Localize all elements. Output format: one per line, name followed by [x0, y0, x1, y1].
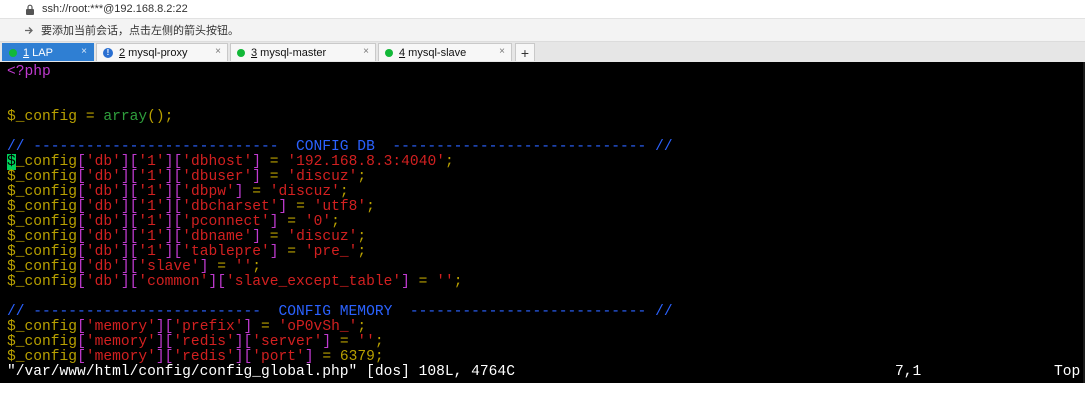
terminal-line: $_config['db']['1']['dbuser'] = 'discuz'…: [7, 169, 367, 185]
terminal-line: $_config = array();: [7, 109, 174, 125]
terminal-line: $_config['db']['1']['dbcharset'] = 'utf8…: [7, 199, 375, 215]
session-tab-bar: 1 LAP ×! 2 mysql-proxy × 3 mysql-master × 4 my…: [0, 42, 1085, 63]
tab-4[interactable]: 4 mysql-slave ×: [378, 43, 512, 61]
session-address[interactable]: ssh://root:***@192.168.8.2:22: [42, 3, 188, 15]
tab-1[interactable]: 1 LAP ×: [2, 43, 94, 61]
vim-scroll-indicator: Top: [1054, 364, 1081, 380]
terminal-line: $_config['db']['1']['dbhost'] = '192.168…: [7, 154, 454, 170]
vim-cursor-position: 7,1: [895, 364, 922, 380]
green-dot-icon: [237, 48, 245, 57]
hint-text: 要添加当前会话，点击左侧的箭头按钮。: [41, 25, 239, 37]
terminal-line: $_config['db']['slave'] = '';: [7, 259, 262, 275]
terminal-line: <?php: [7, 64, 51, 80]
ssh-client-window: ssh://root:***@192.168.8.2:22 要添加当前会话，点击…: [0, 0, 1085, 401]
lock-icon: [24, 3, 36, 15]
terminal-view[interactable]: <?php $_config = array(); // -------------…: [0, 62, 1085, 383]
tab-label: 4 mysql-slave: [399, 46, 467, 59]
tab-2[interactable]: ! 2 mysql-proxy ×: [96, 43, 228, 61]
green-dot-icon: [9, 48, 17, 57]
window-bottom-strip: [0, 383, 1085, 401]
close-icon[interactable]: ×: [81, 46, 87, 57]
green-dot-icon: [385, 48, 393, 57]
terminal-line: // -------------------------- CONFIG MEM…: [7, 304, 673, 320]
terminal-line: $_config['db']['1']['pconnect'] = '0';: [7, 214, 340, 230]
info-icon: !: [103, 47, 113, 58]
text-cursor: $: [7, 154, 16, 170]
close-icon[interactable]: ×: [499, 46, 505, 57]
arrow-icon[interactable]: [24, 25, 35, 36]
terminal-line: $_config['db']['1']['dbpw'] = 'discuz';: [7, 184, 349, 200]
terminal-line: $_config['db']['1']['dbname'] = 'discuz'…: [7, 229, 367, 245]
terminal-line: // ---------------------------- CONFIG D…: [7, 139, 673, 155]
terminal-line: $_config['db']['1']['tablepre'] = 'pre_'…: [7, 244, 367, 260]
close-icon[interactable]: ×: [215, 46, 221, 57]
tab-label: 1 LAP: [23, 46, 53, 59]
new-tab-button[interactable]: +: [515, 43, 535, 61]
terminal-line: $_config['memory']['redis']['port'] = 63…: [7, 349, 384, 365]
terminal-line: $_config['memory']['prefix'] = 'oP0vSh_'…: [7, 319, 367, 335]
tab-label: 2 mysql-proxy: [119, 46, 188, 59]
vim-status-file: "/var/www/html/config/config_global.php"…: [7, 364, 515, 380]
close-icon[interactable]: ×: [363, 46, 369, 57]
tab-label: 3 mysql-master: [251, 46, 327, 59]
tab-3[interactable]: 3 mysql-master ×: [230, 43, 376, 61]
address-bar[interactable]: ssh://root:***@192.168.8.2:22: [0, 0, 1085, 19]
terminal-line: $_config['db']['common']['slave_except_t…: [7, 274, 463, 290]
session-hint-bar: 要添加当前会话，点击左侧的箭头按钮。: [0, 19, 1085, 42]
terminal-line: $_config['memory']['redis']['server'] = …: [7, 334, 384, 350]
